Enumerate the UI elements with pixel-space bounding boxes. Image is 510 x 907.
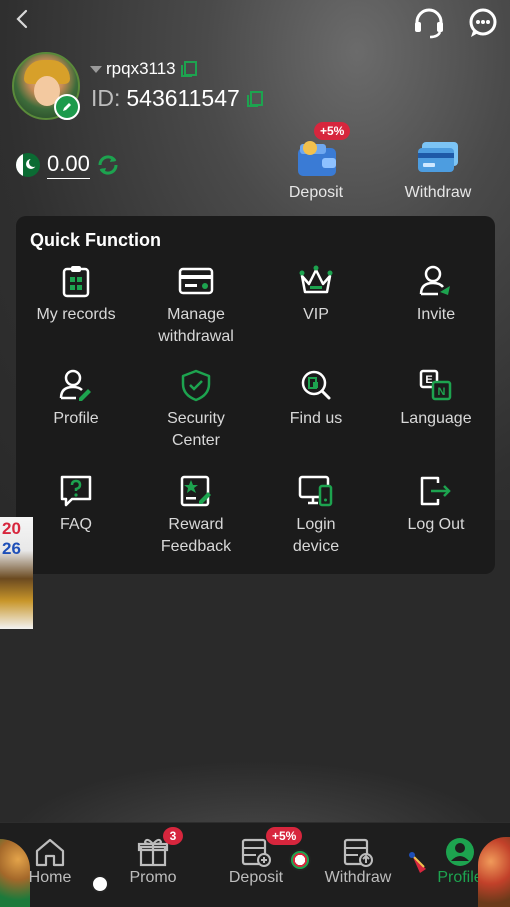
deposit-button[interactable]: Deposit [282,136,350,202]
username: rpqx3113 [106,59,176,78]
user-id-row: ID: 543611547 [91,85,264,112]
deposit-bonus-badge: +5% [314,122,351,140]
tab-withdraw[interactable]: Withdraw [318,837,398,887]
headset-icon[interactable] [412,7,446,39]
chat-bubble-icon[interactable] [466,7,500,39]
card-icon [178,267,214,295]
edit-avatar-icon[interactable] [54,94,80,120]
username-row: rpqx3113 [90,59,198,79]
vip-caret-icon [90,65,102,73]
tab-home[interactable]: Home [10,837,90,887]
tab-label: Home [28,869,72,886]
crown-icon [299,265,333,294]
mascot-right-image [478,837,510,907]
qf-profile[interactable]: Profile [16,368,136,430]
withdraw-label: Withdraw [404,184,472,201]
qf-log-out[interactable]: Log Out [376,474,496,536]
profile-edit-icon [59,369,91,401]
user-invite-icon [419,265,450,296]
pakistan-flag-icon [16,153,40,177]
id-label: ID: [91,85,121,111]
qf-label: Reward Feedback [160,516,232,555]
football-icon [91,875,109,893]
feedback-icon [180,475,211,507]
svg-text:E: E [425,374,432,386]
qf-label: FAQ [59,516,92,533]
qf-language[interactable]: E N Language [376,368,496,430]
svg-text:N: N [438,386,446,398]
withdraw-icon [343,838,373,867]
qf-label: Find us [289,410,343,427]
qf-label: Language [400,410,472,427]
qf-label: Profile [53,410,99,427]
tab-label: Withdraw [324,869,392,886]
tab-label: Deposit [228,869,284,886]
qf-vip[interactable]: VIP [256,264,376,326]
top-bar [0,0,510,46]
qf-label: My records [36,306,116,323]
banner-text-line2: 26 [2,539,21,558]
banner-text-line1: 20 [2,519,21,538]
qf-label: Security Center [167,410,225,449]
chevron-left-icon[interactable] [12,8,32,30]
shield-check-icon [181,369,211,402]
tab-label: Profile [437,869,483,886]
qf-label: Login device [292,516,340,555]
football-icon [289,849,311,871]
worldcup-promo-banner[interactable]: 20 26 [0,517,33,629]
refresh-icon[interactable] [96,153,120,177]
qf-label: Log Out [407,516,465,533]
question-bubble-icon [60,475,92,507]
copy-icon[interactable] [180,60,198,78]
language-icon: E N [419,369,452,401]
qf-invite[interactable]: Invite [376,264,496,326]
home-icon [35,838,65,867]
quick-function-panel: Quick Function My records Manage withdra… [16,216,495,574]
qf-label: Invite [416,306,456,323]
qf-manage-withdrawal[interactable]: Manage withdrawal [136,264,256,348]
qf-label: Manage withdrawal [158,306,234,345]
qf-reward-feedback[interactable]: Reward Feedback [136,474,256,558]
copy-icon[interactable] [246,90,264,108]
qf-label: VIP [303,306,329,323]
qf-security-center[interactable]: Security Center [136,368,256,452]
balance-amount: 0.00 [47,151,90,179]
profile-icon [446,838,474,866]
logout-icon [420,476,451,506]
wallet-deposit-icon [298,141,336,176]
deposit-label: Deposit [288,184,344,201]
user-id-value: 543611547 [126,85,240,111]
tab-label: Promo [129,869,177,886]
tab-promo[interactable]: Promo [113,837,193,887]
promo-count-badge: 3 [163,827,183,845]
cards-withdraw-icon [418,142,458,172]
qf-my-records[interactable]: My records [16,264,136,326]
device-icon [298,475,333,507]
withdraw-button[interactable]: Withdraw [400,136,476,202]
search-doc-icon [301,370,331,400]
qf-login-device[interactable]: Login device [256,474,376,558]
quick-function-title: Quick Function [30,230,162,250]
clipboard-icon [62,266,90,298]
qf-find-us[interactable]: Find us [256,368,376,430]
qf-faq[interactable]: FAQ [16,474,136,536]
bottom-tab-bar: Home Promo Deposit Withdraw Profile [0,822,510,907]
tab-deposit-bonus-badge: +5% [266,827,303,845]
